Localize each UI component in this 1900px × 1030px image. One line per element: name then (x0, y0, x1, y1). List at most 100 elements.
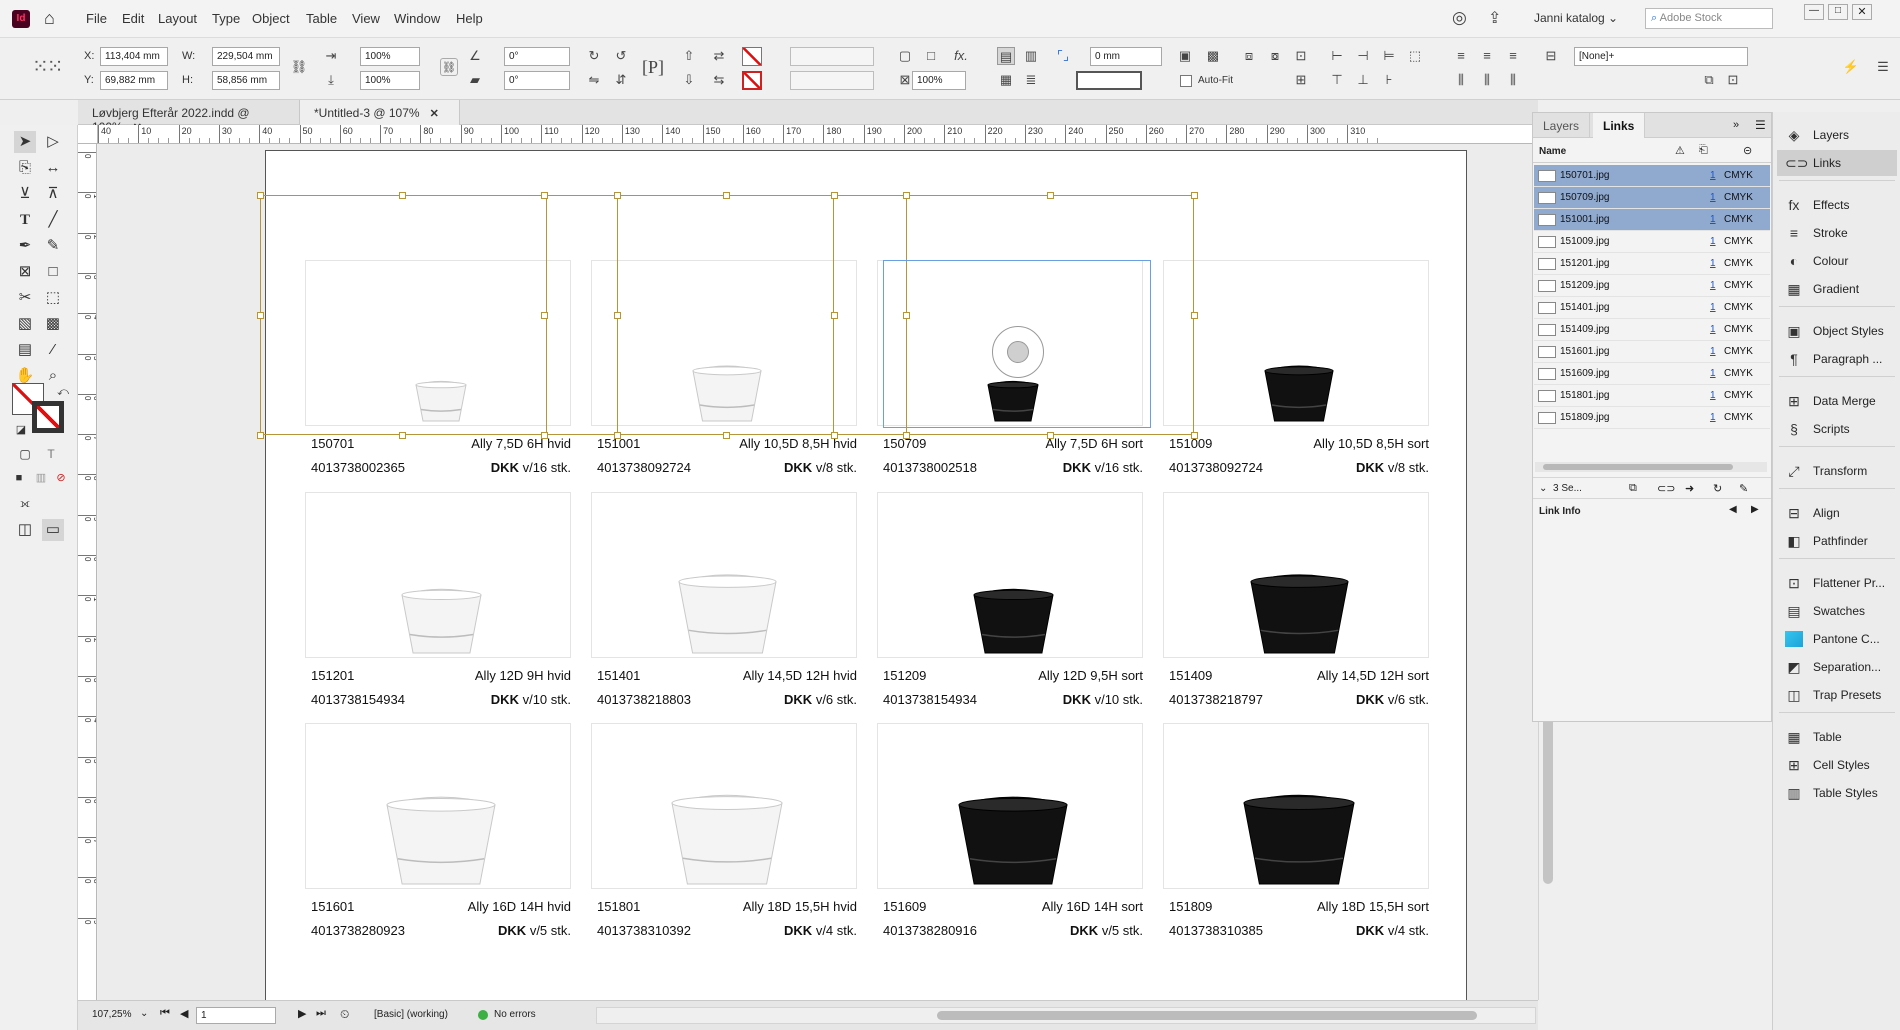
distribute-bottom-icon[interactable]: ≡ (1504, 47, 1522, 65)
selection-handle[interactable] (1047, 432, 1054, 439)
link-info-next-icon[interactable]: ▶ (1751, 504, 1759, 515)
align-to-selection-icon[interactable]: ⬚ (1406, 47, 1424, 65)
auto-fit-checkbox[interactable] (1180, 75, 1192, 87)
vertical-ruler[interactable]: 0 1 0 2 0 3 0 4 0 5 0 6 0 7 0 8 0 9 0 1 0 0 1 1 0 1 … (78, 144, 97, 1000)
preflight-profile[interactable]: [Basic] (working) (374, 1009, 448, 1020)
gradient-swatch-tool-icon[interactable]: ▧ (14, 313, 36, 335)
previous-page-icon[interactable]: ◀ (180, 1007, 188, 1020)
tab-layers[interactable]: Layers (1533, 113, 1591, 138)
link-page-number[interactable]: 1 (1710, 280, 1716, 291)
link-row[interactable]: 151009.jpg 1 CMYK (1534, 231, 1770, 253)
relink-cc-icon[interactable]: ⧉ (1629, 482, 1637, 495)
text-wrap-none-icon[interactable]: ▤ (997, 47, 1015, 65)
align-bottom-icon[interactable]: ⊦ (1380, 71, 1398, 89)
show-link-info-icon[interactable]: ⌄ (1539, 483, 1547, 494)
product-image-frame[interactable] (1163, 492, 1429, 658)
link-page-number[interactable]: 1 (1710, 346, 1716, 357)
panel-table-styles[interactable]: ▥ Table Styles (1777, 780, 1897, 806)
align-right-icon[interactable]: ⊨ (1380, 47, 1398, 65)
link-info-prev-icon[interactable]: ◀ (1729, 504, 1737, 515)
fit-content-frame-icon[interactable]: ▣ (1176, 47, 1194, 65)
zoom-level[interactable]: 107,25% (92, 1009, 131, 1020)
opacity-field[interactable]: 100% (912, 71, 966, 90)
selection-handle[interactable] (541, 432, 548, 439)
menu-item-edit[interactable]: Edit (122, 11, 144, 26)
tab-links[interactable]: Links (1593, 113, 1646, 138)
tab-lovbjerg[interactable]: Løvbjerg Efterår 2022.indd @ 100%✕ (78, 100, 300, 134)
eyedropper-tool-icon[interactable]: ⁄ (42, 339, 64, 361)
content-grabber-icon[interactable] (992, 326, 1044, 378)
horizontal-ruler[interactable]: 40 10 20 30 40 50 60 70 80 90 100 110 120 130 140 150 16… (98, 125, 1538, 144)
gradient-feather-tool-icon[interactable]: ▩ (42, 313, 64, 335)
selection-handle[interactable] (831, 192, 838, 199)
swap-fill-stroke-icon[interactable]: ⤺ (52, 381, 74, 403)
panel-table[interactable]: ▦ Table (1777, 724, 1897, 750)
distribute-top-icon[interactable]: ≡ (1452, 47, 1470, 65)
stroke-color-swatch[interactable] (32, 401, 64, 433)
panel-flattener-pr[interactable]: ⊡ Flattener Pr... (1777, 570, 1897, 596)
link-row[interactable]: 151201.jpg 1 CMYK (1534, 253, 1770, 275)
panel-links[interactable]: ⊂⊃ Links (1777, 150, 1897, 176)
product-image-frame[interactable] (591, 492, 857, 658)
link-page-number[interactable]: 1 (1710, 324, 1716, 335)
go-to-link-icon[interactable]: ➜ (1685, 482, 1694, 495)
selection-handle[interactable] (399, 192, 406, 199)
panel-menu-icon[interactable]: ☰ (1755, 118, 1766, 132)
lightbulb-icon[interactable]: ◎ (1452, 8, 1467, 28)
panel-trap-presets[interactable]: ◫ Trap Presets (1777, 682, 1897, 708)
stroke-swatch[interactable] (742, 71, 762, 90)
panel-effects[interactable]: fx Effects (1777, 192, 1897, 218)
formatting-text-icon[interactable]: T (40, 443, 62, 465)
panel-stroke[interactable]: ≡ Stroke (1777, 220, 1897, 246)
edit-original-icon[interactable]: ✎ (1739, 482, 1748, 495)
panel-gradient[interactable]: ▦ Gradient (1777, 276, 1897, 302)
product-image-frame[interactable] (1163, 723, 1429, 889)
link-row[interactable]: 150701.jpg 1 CMYK (1534, 165, 1770, 187)
link-row[interactable]: 151409.jpg 1 CMYK (1534, 319, 1770, 341)
fill-swatch[interactable] (742, 47, 762, 66)
page-column-icon[interactable]: ⎗ (1699, 144, 1708, 157)
selection-handle[interactable] (541, 192, 548, 199)
panel-transform[interactable]: ⤢ Transform (1777, 458, 1897, 484)
align-center-h-icon[interactable]: ⊣ (1354, 47, 1372, 65)
text-wrap-shape-icon[interactable]: ▦ (997, 71, 1015, 89)
align-middle-icon[interactable]: ⊥ (1354, 71, 1372, 89)
edit-in-icon[interactable]: ⟗ (14, 493, 36, 515)
x-position-field[interactable]: 113,404 mm (100, 47, 168, 66)
link-page-number[interactable]: 1 (1710, 390, 1716, 401)
flip-horizontal-icon[interactable]: ⇋ (585, 71, 603, 89)
quick-apply-icon[interactable]: ⧉ (1700, 71, 1718, 89)
center-content-icon[interactable]: ⊡ (1292, 47, 1310, 65)
rectangle-tool-icon[interactable]: □ (42, 261, 64, 283)
selection-handle[interactable] (723, 192, 730, 199)
stroke-weight-dropdown[interactable] (790, 47, 874, 66)
free-transform-tool-icon[interactable]: ⬚ (42, 287, 64, 309)
zoom-dropdown-icon[interactable]: ⌄ (140, 1008, 148, 1019)
collapse-panel-icon[interactable]: » (1733, 119, 1739, 131)
default-fill-stroke-icon[interactable]: ◪ (10, 419, 32, 441)
panel-swatches[interactable]: ▤ Swatches (1777, 598, 1897, 624)
selection-handle[interactable] (831, 312, 838, 319)
distribute-left-icon[interactable]: ⫼ (1452, 71, 1470, 89)
stroke-type-dropdown[interactable] (790, 71, 874, 90)
link-page-number[interactable]: 1 (1710, 214, 1716, 225)
product-image-frame[interactable] (1163, 260, 1429, 426)
apply-none-icon[interactable]: ⊘ (50, 467, 72, 489)
ruler-origin[interactable] (78, 125, 98, 144)
selection-tool-icon[interactable]: ➤ (14, 131, 36, 153)
stroke-weight-field[interactable]: 0 mm (1090, 47, 1162, 66)
text-wrap-bounding-icon[interactable]: ▥ (1022, 47, 1040, 65)
rotate-ccw-icon[interactable]: ↺ (612, 47, 630, 65)
panel-cell-styles[interactable]: ⊞ Cell Styles (1777, 752, 1897, 778)
selection-handle[interactable] (1191, 192, 1198, 199)
product-image-frame[interactable] (305, 723, 571, 889)
screen-mode-icon[interactable]: ▭ (42, 519, 64, 541)
menu-item-window[interactable]: Window (394, 11, 440, 26)
relink-icon[interactable]: ⊂⊃ (1657, 482, 1675, 495)
link-row[interactable]: 151801.jpg 1 CMYK (1534, 385, 1770, 407)
link-page-number[interactable]: 1 (1710, 302, 1716, 313)
workspace-switcher[interactable]: Janni katalog ⌄ (1534, 11, 1618, 25)
lightning-icon[interactable]: ⚡ (1842, 58, 1860, 76)
selection-handle[interactable] (257, 432, 264, 439)
panel-pantone-c[interactable]: ■ Pantone C... (1777, 626, 1897, 652)
